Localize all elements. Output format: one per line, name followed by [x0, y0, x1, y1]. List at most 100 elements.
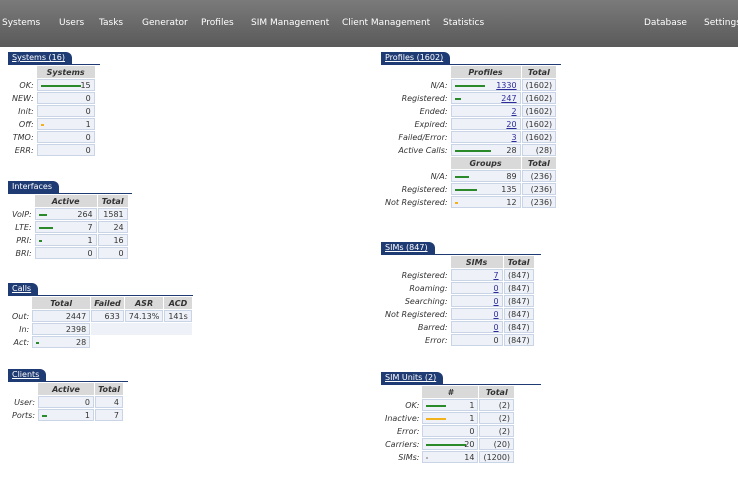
nav-generator[interactable]: Generator: [142, 18, 188, 28]
sim-units-table: # Total OK: 1 (2) Inactive: 1 (2) Error: …: [381, 385, 515, 464]
profile-count-link[interactable]: 20: [506, 120, 516, 129]
row-label: Init:: [18, 106, 34, 116]
row-label: OK:: [19, 80, 34, 90]
table-row: OK: 1 (2): [382, 399, 515, 411]
row-value: 15: [80, 80, 91, 90]
table-row: Registered: 7 (847): [382, 269, 534, 281]
table-row: Registered: 135 (236): [382, 183, 557, 195]
systems-panel: Systems (16) Systems OK: 15 NEW: 0 Init:…: [8, 52, 100, 157]
profile-count-link[interactable]: 1330: [496, 81, 516, 90]
profiles-panel-title[interactable]: Profiles (1602): [385, 53, 443, 62]
profile-count-link[interactable]: 2: [511, 107, 516, 116]
table-row: In: 2398: [9, 323, 192, 335]
column-header: Total: [97, 195, 128, 207]
status-bar: [40, 85, 81, 87]
table-row: TMO: 0: [9, 131, 95, 143]
status-bar: [454, 85, 485, 87]
column-header: Active: [38, 383, 95, 395]
total-value: 7: [95, 409, 124, 421]
column-header: Total: [32, 297, 91, 309]
sim-count-link[interactable]: 0: [493, 310, 498, 319]
column-header: Total: [479, 386, 515, 398]
sim-count-cell: 0: [450, 308, 503, 320]
systems-table: Systems OK: 15 NEW: 0 Init: 0 Off: 1 TMO…: [8, 65, 96, 157]
calls-panel-tab: Calls: [8, 283, 39, 295]
status-bar: [426, 457, 429, 459]
row-label: Expired:: [414, 119, 448, 129]
row-label: Error:: [396, 426, 420, 436]
nav-database[interactable]: Database: [644, 18, 687, 28]
sim-units-panel-title[interactable]: SIM Units (2): [385, 373, 436, 382]
row-value: 0: [36, 92, 95, 104]
status-bar-cell: 89: [450, 170, 521, 182]
column-header: ACD: [164, 297, 192, 309]
row-label: Registered:: [401, 93, 448, 103]
row-label: N/A:: [430, 171, 448, 181]
status-bar: [426, 418, 447, 420]
nav-profiles[interactable]: Profiles: [201, 18, 234, 28]
row-label: Roaming:: [409, 283, 448, 293]
calls-panel: Calls Total Failed ASR ACD Out: 2447 633…: [8, 283, 193, 349]
total-value: (236): [521, 183, 557, 195]
table-row: Not Registered: 12 (236): [382, 196, 557, 208]
total-value: (1602): [521, 79, 557, 91]
profile-count-link[interactable]: 247: [501, 94, 516, 103]
status-bar-cell: 12: [450, 196, 521, 208]
sim-count-link[interactable]: 0: [493, 297, 498, 306]
nav-settings[interactable]: Settings: [704, 18, 738, 28]
interfaces-table: Active Total VoIP: 264 1581 LTE: 7 24 PRI…: [8, 194, 129, 260]
profile-count-cell: 2: [450, 105, 521, 117]
row-label: TMO:: [12, 132, 34, 142]
status-bar: [42, 415, 48, 417]
sim-count-cell: 0: [450, 282, 503, 294]
row-label: Registered:: [401, 184, 448, 194]
active-value: 1: [87, 235, 93, 245]
sim-count-cell: 0: [450, 295, 503, 307]
nav-tasks[interactable]: Tasks: [99, 18, 123, 28]
calls-panel-title[interactable]: Calls: [12, 284, 31, 293]
total-value: 24: [97, 221, 128, 233]
nav-statistics[interactable]: Statistics: [443, 18, 484, 28]
sim-count-cell: 0: [450, 321, 503, 333]
nav-sim-management[interactable]: SIM Management: [251, 18, 329, 28]
table-row: Active Calls: 28 (28): [382, 144, 557, 156]
table-row: Act: 28: [9, 336, 192, 348]
column-header: Total: [521, 157, 557, 169]
table-row: ERR: 0: [9, 144, 95, 156]
status-bar: [40, 124, 44, 126]
sim-count-link[interactable]: 7: [493, 271, 498, 280]
status-bar: [38, 214, 47, 216]
table-row: Carriers: 20 (20): [382, 438, 515, 450]
row-label: OK:: [405, 400, 420, 410]
nav-systems[interactable]: Systems: [2, 18, 40, 28]
row-value: 0: [36, 105, 95, 117]
profile-count-cell: 3: [450, 131, 521, 143]
column-header: Active: [34, 195, 97, 207]
active-value: 264: [77, 209, 93, 219]
table-row: Roaming: 0 (847): [382, 282, 534, 294]
row-label: Out:: [12, 311, 30, 321]
sim-count-link[interactable]: 0: [493, 323, 498, 332]
unit-count: 1: [469, 400, 475, 410]
profile-count-link[interactable]: 3: [511, 133, 516, 142]
group-count: 12: [506, 197, 517, 207]
sim-count-link[interactable]: 0: [493, 284, 498, 293]
nav-users[interactable]: Users: [59, 18, 84, 28]
systems-panel-title[interactable]: Systems (16): [12, 53, 65, 62]
sims-panel-title[interactable]: SIMs (847): [385, 243, 428, 252]
active-value: 0: [34, 247, 97, 259]
table-row: Error: 0 (847): [382, 334, 534, 346]
total-value: (847): [503, 334, 534, 346]
group-count: 135: [501, 184, 517, 194]
status-bar-cell: 28: [450, 144, 521, 156]
column-header: Total: [503, 256, 534, 268]
status-bar-cell: 264: [34, 208, 97, 220]
row-label: PRI:: [16, 235, 32, 245]
unit-count: 20: [464, 439, 475, 449]
status-bar-cell: 7: [34, 221, 97, 233]
sims-panel-tab: SIMs (847): [381, 242, 435, 254]
nav-client-management[interactable]: Client Management: [342, 18, 430, 28]
clients-panel-title[interactable]: Clients: [12, 370, 39, 379]
status-bar-cell: 135: [450, 183, 521, 195]
row-label: Error:: [425, 335, 448, 345]
